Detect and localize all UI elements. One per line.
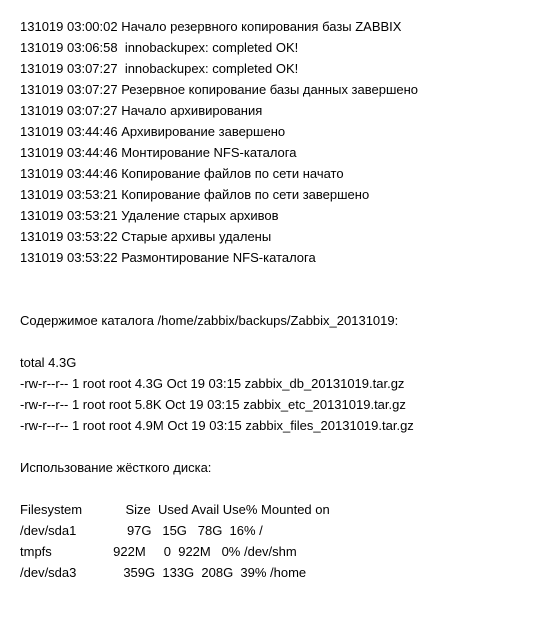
log-line: 131019 03:00:02 Начало резервного копиро… <box>20 16 534 37</box>
log-line: 131019 03:44:46 Копирование файлов по се… <box>20 163 534 184</box>
dir-heading: Содержимое каталога /home/zabbix/backups… <box>20 310 534 331</box>
disk-usage: Использование жёсткого диска: Filesystem… <box>20 457 534 583</box>
log-line: 131019 03:44:46 Монтирование NFS-каталог… <box>20 142 534 163</box>
df-row: /dev/sda3 359G 133G 208G 39% /home <box>20 562 534 583</box>
log-line: 131019 03:07:27 innobackupex: completed … <box>20 58 534 79</box>
backup-log: 131019 03:00:02 Начало резервного копиро… <box>20 16 534 268</box>
disk-heading: Использование жёсткого диска: <box>20 457 534 478</box>
ls-file: -rw-r--r-- 1 root root 4.3G Oct 19 03:15… <box>20 373 534 394</box>
log-line: 131019 03:44:46 Архивирование завершено <box>20 121 534 142</box>
log-line: 131019 03:53:21 Удаление старых архивов <box>20 205 534 226</box>
ls-file: -rw-r--r-- 1 root root 5.8K Oct 19 03:15… <box>20 394 534 415</box>
directory-listing: Содержимое каталога /home/zabbix/backups… <box>20 310 534 436</box>
log-line: 131019 03:53:22 Старые архивы удалены <box>20 226 534 247</box>
df-row: tmpfs 922M 0 922M 0% /dev/shm <box>20 541 534 562</box>
log-line: 131019 03:06:58 innobackupex: completed … <box>20 37 534 58</box>
log-line: 131019 03:53:22 Размонтирование NFS-ката… <box>20 247 534 268</box>
log-line: 131019 03:53:21 Копирование файлов по се… <box>20 184 534 205</box>
log-line: 131019 03:07:27 Начало архивирования <box>20 100 534 121</box>
log-line: 131019 03:07:27 Резервное копирование ба… <box>20 79 534 100</box>
ls-total: total 4.3G <box>20 352 534 373</box>
ls-file: -rw-r--r-- 1 root root 4.9M Oct 19 03:15… <box>20 415 534 436</box>
df-header: Filesystem Size Used Avail Use% Mounted … <box>20 499 534 520</box>
df-row: /dev/sda1 97G 15G 78G 16% / <box>20 520 534 541</box>
